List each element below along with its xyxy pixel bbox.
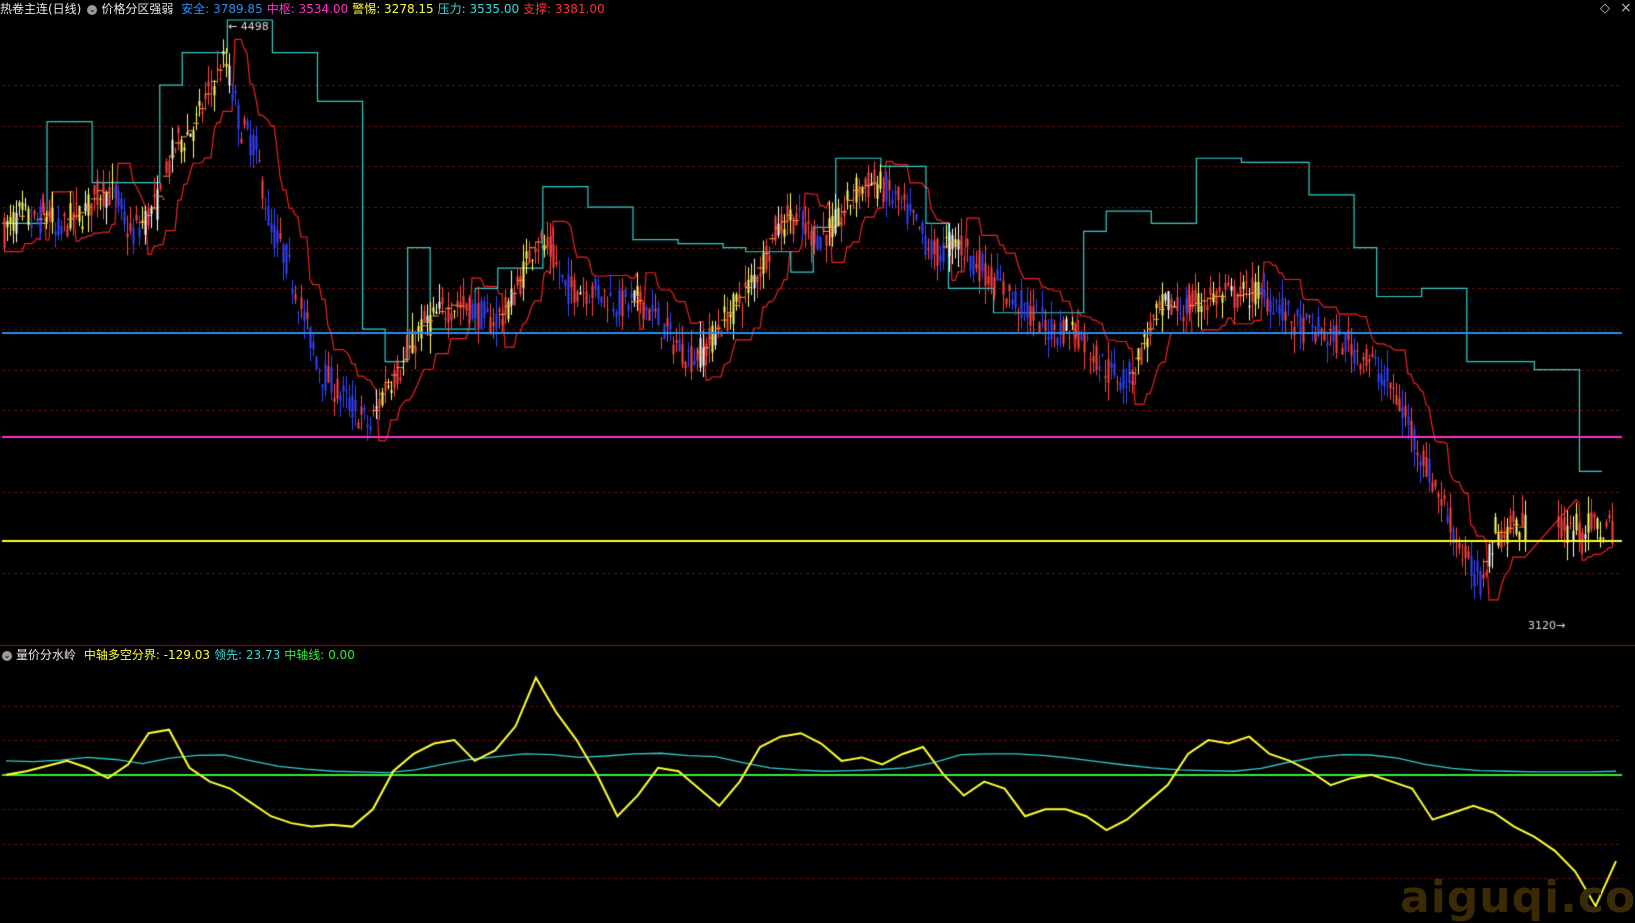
diamond-icon[interactable]: ◇ bbox=[1600, 1, 1610, 16]
close-icon[interactable]: × bbox=[1620, 0, 1632, 16]
indicator-values: 中轴多空分界: -129.03 领先: 23.73 中轴线: 0.00 bbox=[84, 648, 359, 662]
symbol-title[interactable]: 热卷主连(日线) bbox=[0, 2, 81, 16]
collapse-icon[interactable]: ⌄ bbox=[2, 650, 12, 661]
value-1: 领先: 23.73 bbox=[214, 648, 281, 662]
collapse-icon[interactable]: ⌄ bbox=[87, 4, 98, 15]
indicator-name[interactable]: 量价分水岭 bbox=[16, 648, 76, 662]
indicator-values: 安全: 3789.85 中枢: 3534.00 警惕: 3278.15 压力: 353… bbox=[181, 2, 608, 16]
value-3: 压力: 3535.00 bbox=[437, 2, 520, 16]
bottom-panel-header: ⌄ 量价分水岭 中轴多空分界: -129.03 领先: 23.73 中轴线: 0.00 bbox=[0, 646, 363, 664]
value-1: 中枢: 3534.00 bbox=[266, 2, 349, 16]
top-panel-header: 热卷主连(日线) ⌄ 价格分区强弱 安全: 3789.85 中枢: 3534.00 警惕… bbox=[0, 0, 613, 18]
value-2: 警惕: 3278.15 bbox=[352, 2, 434, 16]
value-0: 中轴多空分界: -129.03 bbox=[83, 648, 211, 662]
indicator-name[interactable]: 价格分区强弱 bbox=[101, 2, 173, 16]
value-2: 中轴线: 0.00 bbox=[284, 648, 355, 662]
chart-canvas[interactable] bbox=[0, 0, 1635, 922]
value-4: 支撑: 3381.00 bbox=[523, 2, 605, 16]
watermark: aiguqi.com bbox=[1400, 872, 1635, 923]
value-0: 安全: 3789.85 bbox=[181, 2, 263, 16]
